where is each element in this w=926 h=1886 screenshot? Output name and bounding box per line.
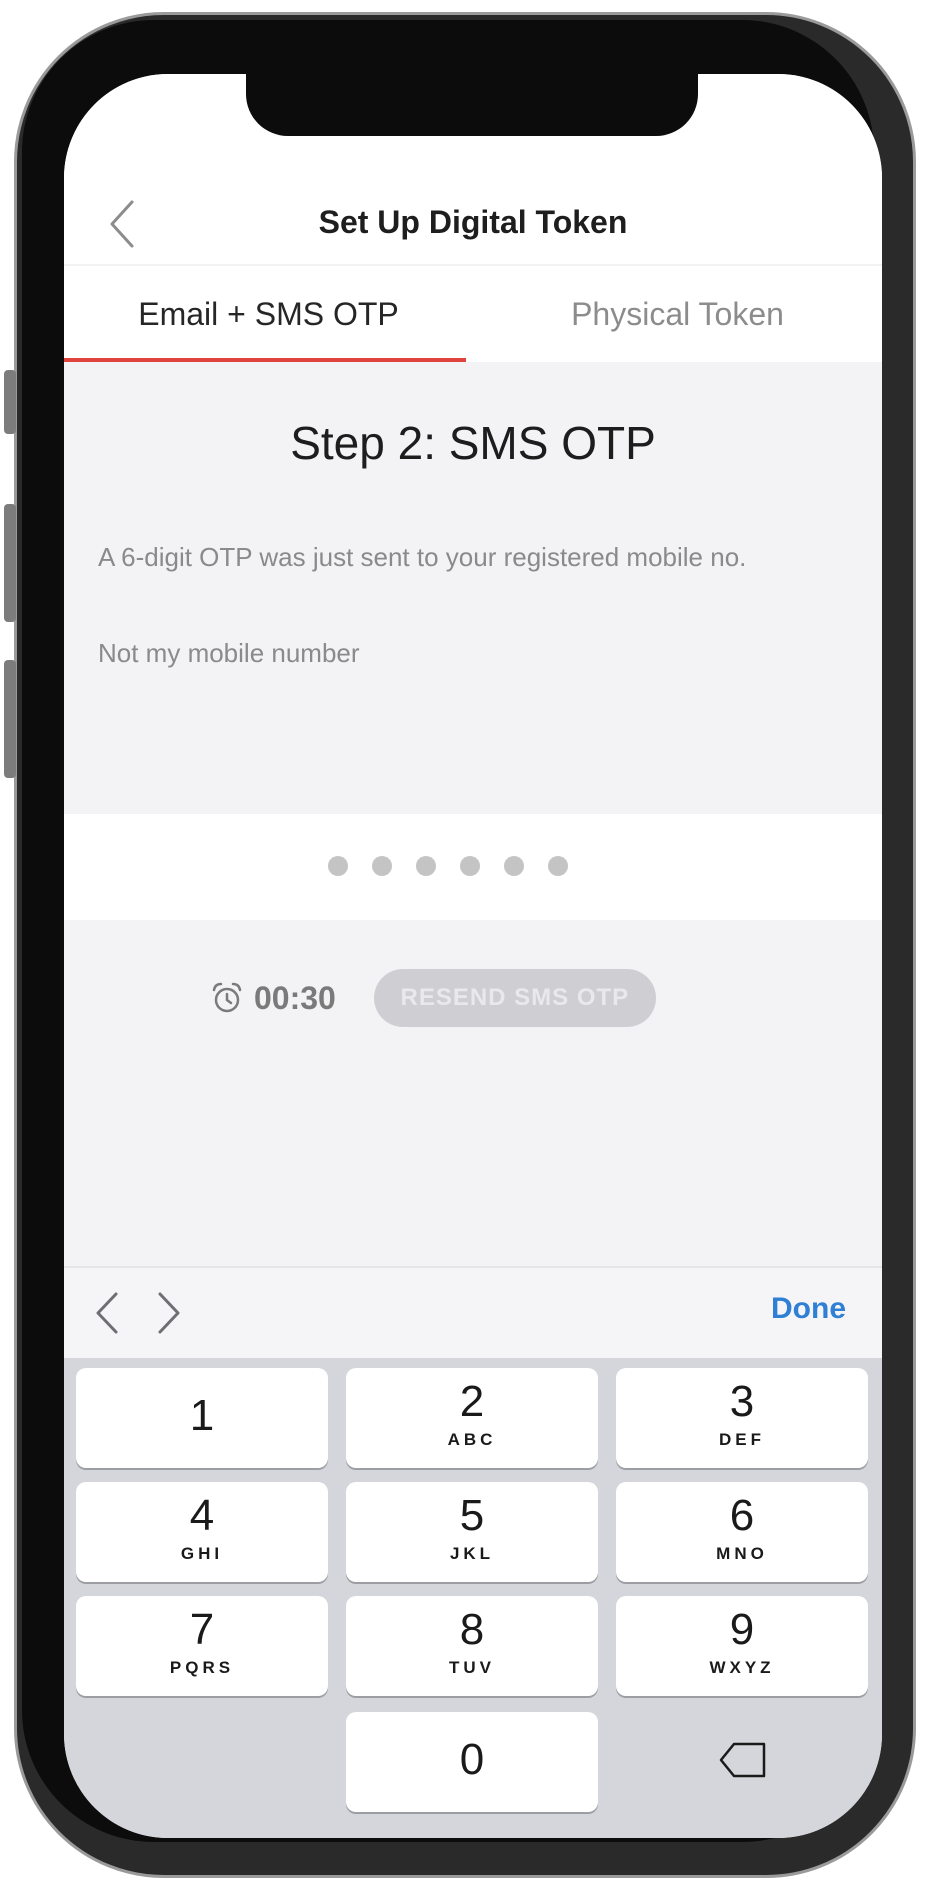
alarm-clock-icon <box>212 982 242 1013</box>
tab-physical-token[interactable]: Physical Token <box>473 266 882 362</box>
page-title: Set Up Digital Token <box>318 204 628 240</box>
key-6[interactable]: 6 MNO <box>616 1482 868 1582</box>
next-field-icon[interactable] <box>154 1290 184 1336</box>
key-digit: 5 <box>459 1491 485 1540</box>
otp-input-panel[interactable] <box>64 814 882 920</box>
otp-sent-description: A 6-digit OTP was just sent to your regi… <box>98 542 747 572</box>
otp-digit-dot <box>416 856 436 876</box>
key-digit: 4 <box>189 1491 215 1540</box>
key-2[interactable]: 2 ABC <box>346 1368 598 1468</box>
phone-screen: Set Up Digital Token Email + SMS OTP Phy… <box>64 74 882 1838</box>
otp-digit-dot <box>328 856 348 876</box>
done-button[interactable]: Done <box>771 1292 846 1326</box>
key-letters: MNO <box>716 1544 768 1563</box>
key-letters: GHI <box>180 1544 224 1563</box>
key-8[interactable]: 8 TUV <box>346 1596 598 1696</box>
not-my-number-link[interactable]: Not my mobile number <box>98 638 360 669</box>
key-1[interactable]: 1 <box>76 1368 328 1468</box>
key-digit: 3 <box>729 1377 755 1426</box>
numeric-keypad: 1 2 ABC 3 DEF 4 GHI 5 JKL 6 MNO 7 PQRS 8… <box>64 1358 882 1838</box>
resend-timer-row: 00:30 RESEND SMS OTP <box>210 968 656 1028</box>
key-digit: 6 <box>729 1491 755 1540</box>
key-9[interactable]: 9 WXYZ <box>616 1596 868 1696</box>
key-4[interactable]: 4 GHI <box>76 1482 328 1582</box>
otp-digit-dot <box>460 856 480 876</box>
key-digit: 0 <box>459 1735 485 1784</box>
key-letters: PQRS <box>169 1658 235 1677</box>
key-3[interactable]: 3 DEF <box>616 1368 868 1468</box>
key-letters: JKL <box>449 1544 495 1563</box>
key-letters: WXYZ <box>709 1658 775 1677</box>
key-letters: ABC <box>447 1430 497 1449</box>
otp-dots <box>328 856 568 876</box>
otp-digit-dot <box>548 856 568 876</box>
keyboard-toolbar: Done <box>64 1266 882 1358</box>
key-digit: 9 <box>729 1605 755 1654</box>
previous-field-icon[interactable] <box>92 1290 122 1336</box>
key-digit: 8 <box>459 1605 485 1654</box>
key-digit: 1 <box>189 1391 215 1440</box>
volume-down-button <box>4 660 16 778</box>
tab-email-sms-otp[interactable]: Email + SMS OTP <box>64 266 473 362</box>
tab-bar: Email + SMS OTP Physical Token <box>64 266 882 362</box>
step-title: Step 2: SMS OTP <box>290 417 656 469</box>
key-0[interactable]: 0 <box>346 1712 598 1812</box>
main-content: Step 2: SMS OTP A 6-digit OTP was just s… <box>64 362 882 1266</box>
key-digit: 2 <box>459 1377 485 1426</box>
backspace-icon <box>719 1742 766 1778</box>
key-digit: 7 <box>189 1605 215 1654</box>
countdown-timer: 00:30 <box>254 979 336 1016</box>
otp-digit-dot <box>372 856 392 876</box>
mute-switch <box>4 370 16 434</box>
backspace-key[interactable] <box>616 1712 868 1812</box>
resend-sms-otp-button[interactable]: RESEND SMS OTP <box>373 969 656 1027</box>
key-7[interactable]: 7 PQRS <box>76 1596 328 1696</box>
key-letters: TUV <box>449 1658 495 1677</box>
volume-up-button <box>4 504 16 622</box>
otp-digit-dot <box>504 856 524 876</box>
notch <box>246 74 698 136</box>
key-5[interactable]: 5 JKL <box>346 1482 598 1582</box>
key-letters: DEF <box>719 1430 765 1449</box>
